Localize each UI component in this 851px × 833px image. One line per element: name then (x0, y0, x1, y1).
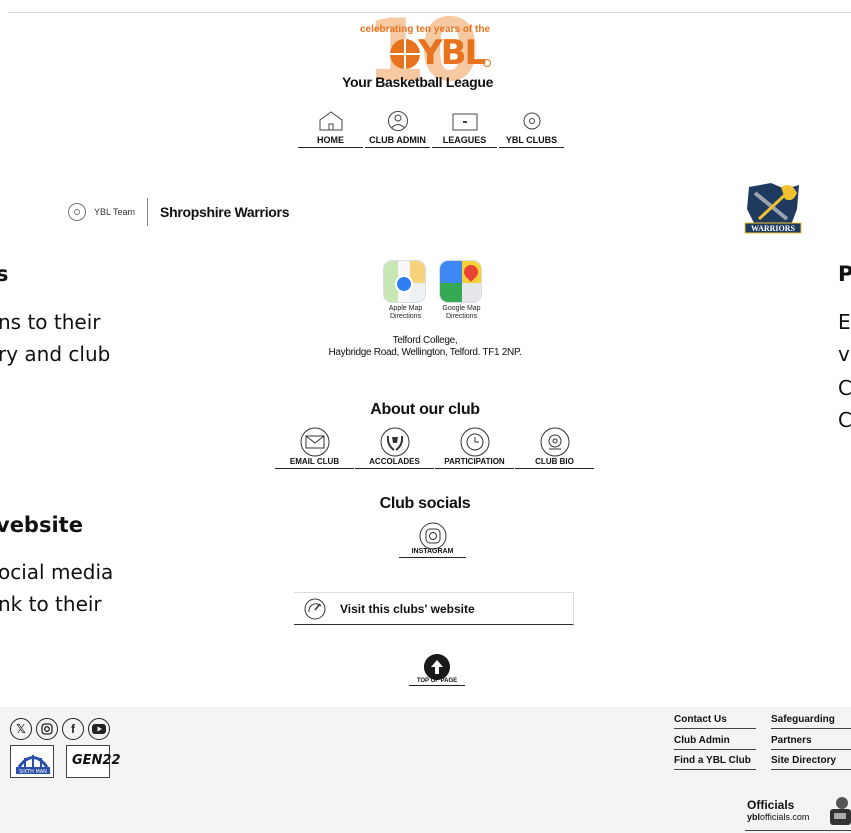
basketball-icon (523, 112, 540, 130)
accolades-button[interactable]: ACCOLADES (355, 427, 434, 469)
left-text-4: nk to their (0, 592, 102, 616)
email-club-button[interactable]: EMAIL CLUB (275, 427, 354, 469)
officials-url-prefix: ybl (747, 812, 761, 822)
footer-link-contact-us[interactable]: Contact Us (674, 714, 756, 729)
footer-link-safeguarding[interactable]: Safeguarding (771, 714, 851, 729)
left-text-2: ry and club (0, 342, 111, 366)
about-title: About our club (370, 401, 480, 418)
right-text-1: E (838, 310, 851, 334)
instagram-icon (419, 522, 446, 550)
clock-icon (460, 427, 489, 457)
nav-club-admin[interactable]: CLUB ADMIN (365, 108, 430, 148)
team-bar: YBL Team Shropshire Warriors (68, 198, 289, 226)
club-bio-button[interactable]: CLUB BIO (515, 427, 594, 469)
club-bio-icon (540, 427, 569, 457)
basketball-icon (390, 39, 420, 69)
right-text-4: C (838, 408, 851, 432)
youtube-icon[interactable] (88, 718, 110, 740)
socials-title: Club socials (379, 495, 471, 512)
google-map-label: Google Map Directions (442, 305, 481, 320)
address-line-2: Haybridge Road, Wellington, Telford. TF1… (328, 347, 522, 358)
officials-link[interactable]: Officials yblofficials.com (747, 798, 809, 823)
accolades-label: ACCOLADES (369, 457, 420, 466)
footer-link-club-admin[interactable]: Club Admin (674, 735, 756, 750)
address-line-1: Telford College, (392, 335, 458, 346)
right-text-2: v (838, 342, 850, 366)
right-heading: P (838, 262, 851, 286)
court-icon (452, 113, 477, 131)
officials-underline (745, 830, 851, 831)
nav-home-label: HOME (317, 135, 344, 145)
apple-maps-icon (383, 260, 426, 303)
nav-leagues[interactable]: LEAGUES (432, 108, 497, 148)
nav-club-admin-label: CLUB ADMIN (369, 135, 426, 145)
basketball-icon (68, 203, 86, 221)
about-menu: EMAIL CLUB ACCOLADES PARTICIPATION CLUB … (275, 427, 595, 469)
gen22-badge[interactable]: GEN22 (66, 745, 121, 778)
officials-url-suffix: officials.com (760, 812, 810, 822)
sixth-man-badge[interactable]: SIXTH MAN (10, 745, 54, 778)
instagram-label: INSTAGRAM (411, 548, 454, 555)
club-address: Telford College, Haybridge Road, Welling… (300, 335, 550, 359)
nav-ybl-clubs[interactable]: YBL CLUBS (499, 108, 564, 148)
top-of-page-button[interactable]: TOP OF PAGE (409, 654, 465, 686)
nav-leagues-label: LEAGUES (442, 135, 487, 145)
participation-button[interactable]: PARTICIPATION (435, 427, 514, 469)
gen22-text: GEN22 (72, 753, 121, 768)
footer-link-partners[interactable]: Partners (771, 735, 851, 750)
envelope-icon (300, 427, 329, 457)
user-icon (387, 111, 408, 131)
instagram-icon[interactable] (36, 718, 58, 740)
referee-icon (830, 797, 851, 825)
footer-link-find-a-ybl-club[interactable]: Find a YBL Club (674, 755, 756, 770)
apple-map-label: Apple Map Directions (388, 305, 423, 320)
crest-text: WARRIORS (751, 224, 796, 233)
left-text-3: ocial media (0, 560, 114, 584)
top-of-page-label: TOP OF PAGE (416, 678, 458, 684)
logo-tagline: Your Basketball League (342, 74, 494, 90)
participation-label: PARTICIPATION (444, 457, 505, 466)
left-text-1: ns to their (0, 310, 101, 334)
nav-ybl-clubs-label: YBL CLUBS (505, 135, 558, 145)
main-nav: HOME CLUB ADMIN LEAGUES YBL CLUBS (298, 108, 566, 148)
visit-website-label: Visit this clubs' website (340, 601, 475, 616)
google-maps-icon (439, 260, 482, 303)
left-heading-2: vebsite (0, 513, 83, 537)
apple-map-directions[interactable]: Apple Map Directions (383, 260, 428, 324)
warriors-crest-logo: WARRIORS (744, 183, 802, 234)
x-icon[interactable]: 𝕏 (10, 718, 32, 740)
officials-url: yblofficials.com (747, 812, 809, 822)
logo-ybl-text: YBL (418, 33, 486, 73)
arrow-up-icon (424, 654, 450, 680)
email-club-label: EMAIL CLUB (289, 457, 340, 466)
left-heading-1: s (0, 262, 9, 286)
home-icon (319, 111, 342, 131)
google-map-directions[interactable]: Google Map Directions (439, 260, 484, 324)
team-name: Shropshire Warriors (160, 204, 290, 220)
sixth-man-logo: SIXTH MAN (16, 755, 50, 775)
team-prefix: YBL Team (94, 207, 136, 217)
ybl-logo[interactable]: 10 celebrating ten years of the YBL Your… (330, 8, 530, 96)
team-divider (147, 198, 149, 226)
right-text-3: C (838, 376, 851, 400)
club-bio-label: CLUB BIO (535, 457, 574, 466)
visit-website-button[interactable]: Visit this clubs' website (294, 592, 574, 625)
instagram-button[interactable]: INSTAGRAM (399, 522, 466, 558)
registered-mark-icon (483, 59, 491, 67)
speedometer-icon (304, 598, 326, 619)
footer-link-site-directory[interactable]: Site Directory (771, 755, 851, 770)
officials-title: Officials (747, 798, 795, 812)
sixth-man-text: SIXTH MAN (19, 769, 47, 775)
nav-home[interactable]: HOME (298, 108, 363, 148)
facebook-icon[interactable]: f (62, 718, 84, 740)
laurel-icon (380, 427, 409, 457)
